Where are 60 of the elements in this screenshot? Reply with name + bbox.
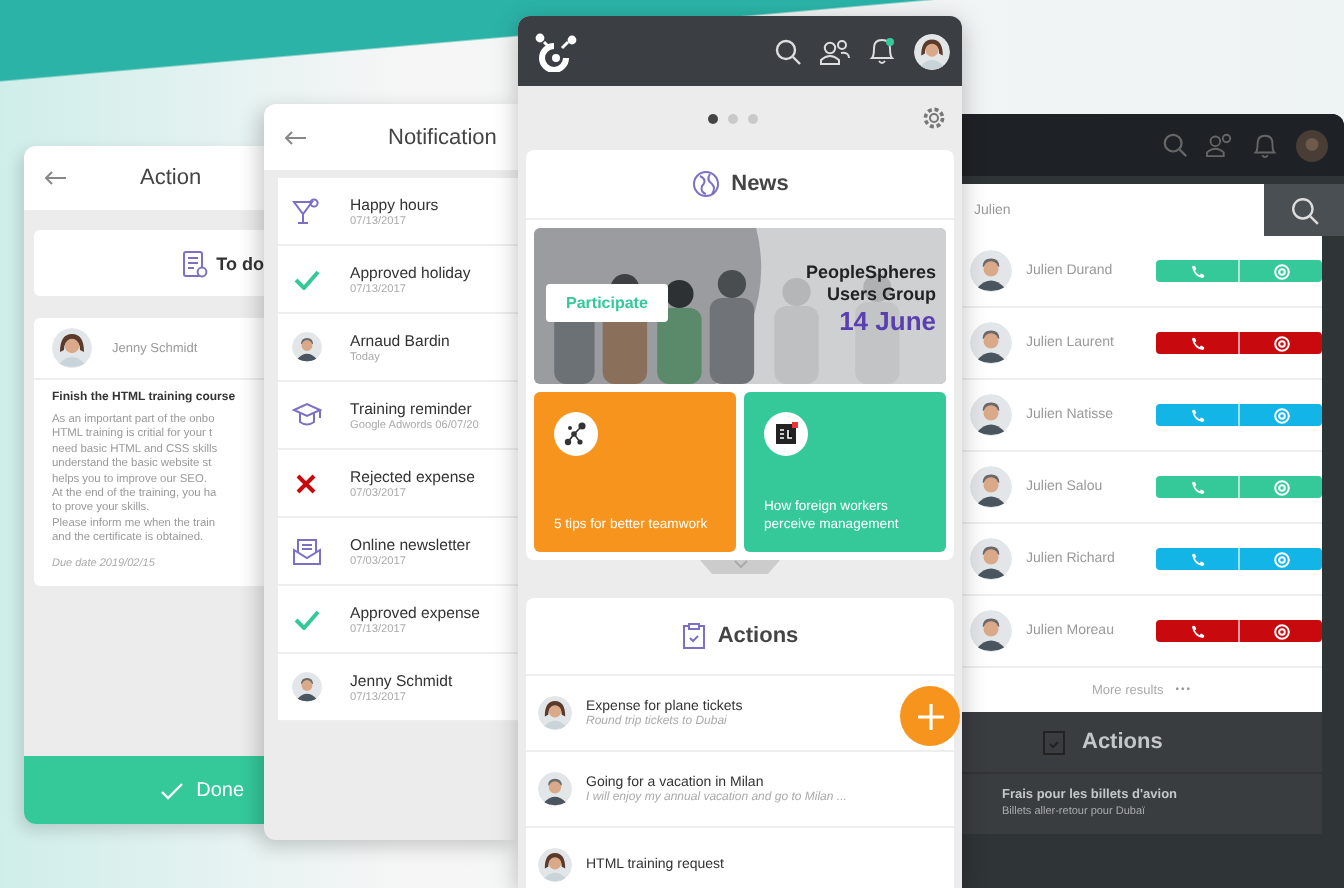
avatar-icon	[538, 848, 572, 882]
chevron-down-icon	[733, 560, 747, 568]
avatar-icon	[970, 538, 1012, 580]
avatar-icon[interactable]	[1296, 129, 1328, 161]
phone-icon	[1189, 335, 1205, 351]
screen-title: Notification	[388, 125, 497, 149]
avatar-icon	[914, 33, 950, 69]
avatar-icon	[538, 772, 572, 806]
done-button[interactable]: Done	[24, 756, 264, 824]
page-indicator-dot[interactable]	[748, 113, 758, 123]
event-title: PeopleSpheres	[805, 262, 936, 284]
event-subtitle: Users Group	[826, 283, 936, 306]
todo-label: To do	[216, 253, 264, 273]
graduation-cap-icon	[291, 402, 321, 428]
checkmark-icon	[293, 269, 319, 289]
settings-icon[interactable]	[922, 106, 946, 130]
phone-icon	[1189, 263, 1205, 279]
avatar-icon	[970, 610, 1012, 652]
check-icon	[160, 781, 185, 799]
network-icon	[554, 412, 598, 456]
screen-title: Action	[140, 166, 202, 190]
card-title: News	[731, 172, 789, 196]
back-arrow-icon[interactable]	[284, 129, 308, 145]
phone-icon	[1189, 479, 1205, 495]
pull-tab[interactable]	[700, 560, 780, 574]
search-icon	[1289, 195, 1319, 225]
app-logo-icon[interactable]	[534, 31, 578, 71]
add-button[interactable]	[900, 686, 960, 746]
avatar-icon	[52, 328, 92, 368]
badge-logo-icon	[764, 412, 808, 456]
phone-icon	[1189, 551, 1205, 567]
globe-icon	[691, 170, 720, 198]
search-icon[interactable]	[774, 37, 802, 65]
avatar-icon	[291, 332, 321, 362]
back-arrow-icon[interactable]	[44, 170, 68, 186]
clipboard-icon	[1042, 728, 1066, 756]
people-icon[interactable]	[820, 37, 850, 65]
participate-button[interactable]: Participate	[546, 284, 668, 322]
card-title: Actions	[717, 624, 799, 648]
checkmark-icon	[293, 609, 319, 629]
page-indicator-dot[interactable]	[728, 113, 738, 123]
envelope-icon	[291, 537, 321, 565]
page-indicator-dot[interactable]	[708, 113, 718, 123]
avatar-icon	[970, 466, 1012, 508]
cocktail-icon	[292, 197, 320, 225]
plus-icon	[917, 703, 943, 729]
avatar-icon	[291, 672, 321, 702]
news-banner[interactable]: Participate PeopleSpheres Users Group 14 June	[534, 228, 946, 384]
clipboard-icon	[681, 622, 706, 650]
cross-icon	[296, 473, 316, 493]
avatar-icon	[970, 394, 1012, 436]
search-button[interactable]	[1264, 184, 1344, 236]
phone-icon	[1189, 623, 1205, 639]
avatar-icon	[538, 696, 572, 730]
card-title: Actions	[1082, 730, 1163, 754]
checklist-icon	[182, 249, 209, 277]
event-date: 14 June	[839, 305, 936, 336]
avatar-icon	[970, 250, 1012, 292]
phone-icon	[1189, 407, 1205, 423]
avatar-icon	[970, 322, 1012, 364]
